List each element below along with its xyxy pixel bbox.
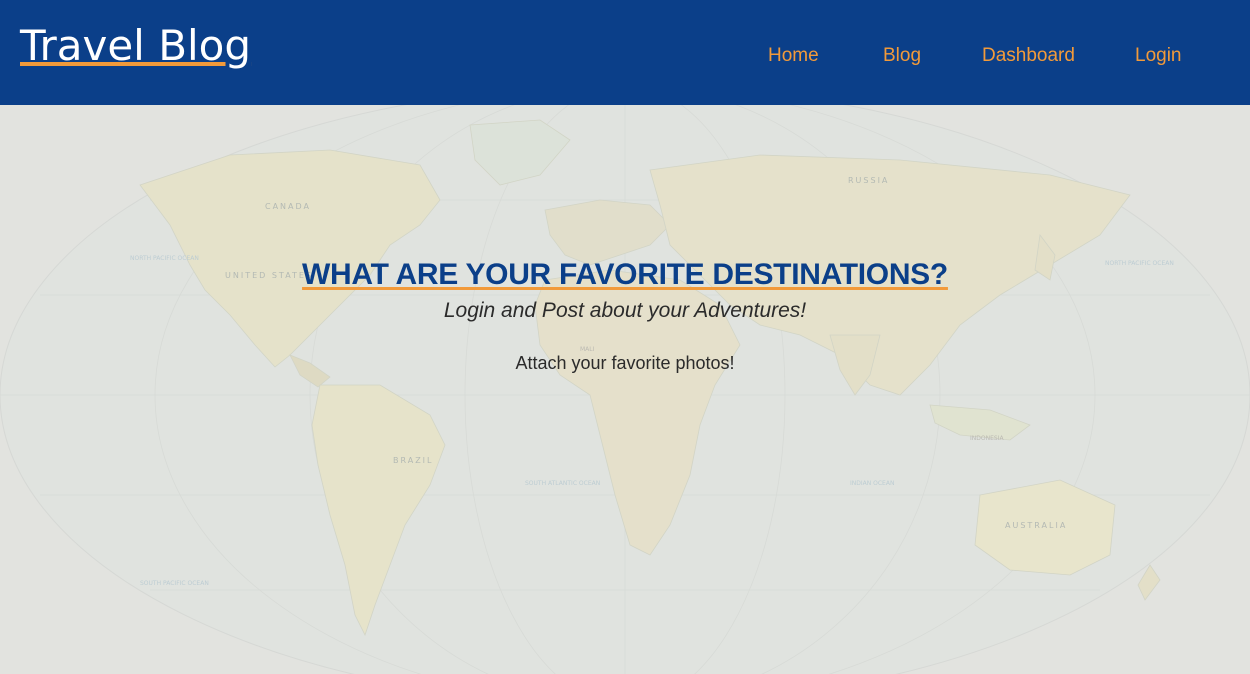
hero-subtitle: Login and Post about your Adventures! [443, 299, 807, 322]
nav-dashboard-link[interactable]: Dashboard [982, 45, 1075, 67]
hero-section: WHAT ARE YOUR FAVORITE DESTINATIONS? Log… [0, 255, 1250, 375]
nav-home-link[interactable]: Home [768, 45, 819, 67]
navbar: Travel Blog Home Blog Dashboard Login [0, 0, 1250, 105]
world-map: RUSSIA CANADA UNITED STATES BRAZIL AUSTR… [0, 105, 1250, 674]
nav-links: Home Blog Dashboard Login [0, 45, 1250, 73]
nav-login-link[interactable]: Login [1135, 45, 1182, 67]
hero-title: WHAT ARE YOUR FAVORITE DESTINATIONS? [302, 258, 948, 291]
nav-blog-link[interactable]: Blog [883, 45, 921, 67]
world-map-background: RUSSIA CANADA UNITED STATES BRAZIL AUSTR… [0, 105, 1250, 674]
hero-note: Attach your favorite photos! [515, 353, 735, 373]
